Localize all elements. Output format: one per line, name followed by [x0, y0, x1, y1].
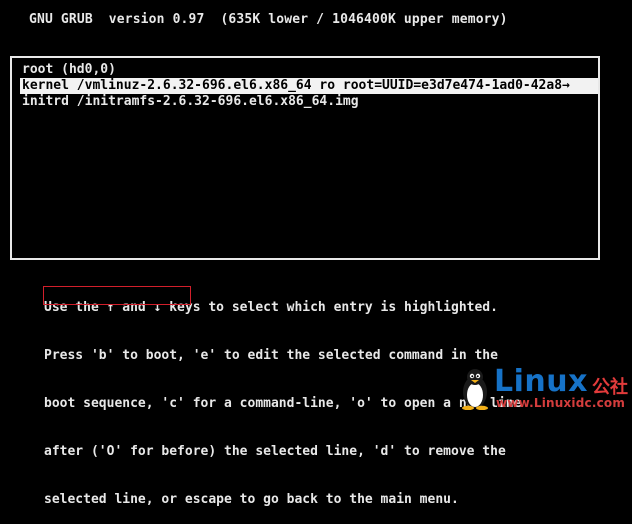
help-line: Press 'b' to boot, 'e' to edit the selec… — [44, 348, 498, 363]
grub-header: GNU GRUB version 0.97 (635K lower / 1046… — [29, 12, 508, 27]
help-text: Use the ↑ and ↓ keys to select which ent… — [44, 268, 521, 524]
entry-kernel-selected[interactable]: kernel /vmlinuz-2.6.32-696.el6.x86_64 ro… — [20, 78, 598, 94]
watermark-brand: Linux — [494, 364, 588, 399]
help-line: boot sequence, 'c' for a command-line, '… — [44, 396, 522, 411]
tux-penguin-icon — [462, 369, 488, 410]
help-line: after ('O' for before) the selected line… — [44, 444, 506, 459]
entry-root[interactable]: root (hd0,0) — [20, 62, 598, 78]
watermark-url: www.Linuxidc.com — [496, 396, 626, 410]
entry-initrd[interactable]: initrd /initramfs-2.6.32-696.el6.x86_64.… — [20, 94, 598, 110]
boot-entry-list: root (hd0,0) kernel /vmlinuz-2.6.32-696.… — [10, 56, 600, 260]
watermark-logo: Linux 公社 www.Linuxidc.com — [458, 366, 630, 412]
annotation-highlight-box — [43, 286, 191, 305]
help-line: selected line, or escape to go back to t… — [44, 492, 459, 507]
